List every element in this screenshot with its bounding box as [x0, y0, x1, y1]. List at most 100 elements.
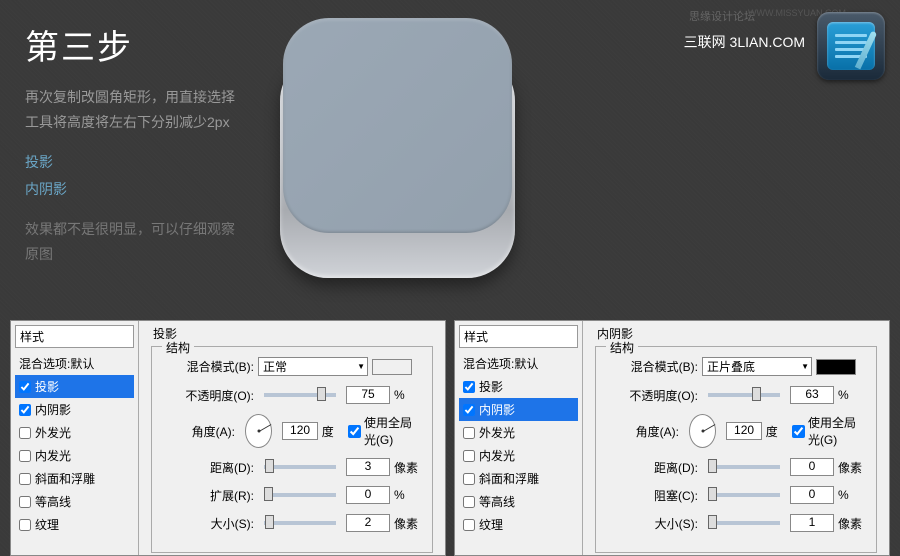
style-checkbox[interactable]	[19, 427, 31, 439]
opacity-slider[interactable]	[708, 393, 780, 397]
style-item[interactable]: 外发光	[459, 421, 578, 444]
brand-text: 三联网 3LIAN.COM	[684, 32, 805, 52]
spread-label: 扩展(R):	[162, 487, 254, 504]
opacity-slider[interactable]	[264, 393, 336, 397]
style-checkbox[interactable]	[19, 496, 31, 508]
style-item[interactable]: 混合选项:默认	[459, 352, 578, 375]
styles-list: 样式 混合选项:默认投影内阴影外发光内发光斜面和浮雕等高线纹理	[11, 321, 139, 555]
layer-style-panel-inner-shadow: 样式 混合选项:默认投影内阴影外发光内发光斜面和浮雕等高线纹理 内阴影 结构 混…	[454, 320, 890, 556]
style-item[interactable]: 斜面和浮雕	[459, 467, 578, 490]
spread-slider[interactable]	[264, 493, 336, 497]
style-item[interactable]: 等高线	[15, 490, 134, 513]
distance-input[interactable]: 0	[790, 458, 834, 476]
structure-legend: 结构	[162, 339, 194, 356]
style-item[interactable]: 内发光	[459, 444, 578, 467]
distance-input[interactable]: 3	[346, 458, 390, 476]
style-label: 等高线	[479, 493, 515, 510]
style-checkbox[interactable]	[463, 450, 475, 462]
angle-input[interactable]: 120	[282, 422, 317, 440]
style-label: 投影	[35, 378, 59, 395]
distance-slider[interactable]	[264, 465, 336, 469]
style-label: 纹理	[35, 516, 59, 533]
style-item[interactable]: 内阴影	[15, 398, 134, 421]
style-checkbox[interactable]	[463, 404, 475, 416]
app-icon	[817, 12, 885, 80]
angle-label: 角度(A):	[162, 423, 235, 440]
style-label: 内发光	[479, 447, 515, 464]
styles-header: 样式	[459, 325, 578, 348]
layer-style-panel-drop-shadow: 样式 混合选项:默认投影内阴影外发光内发光斜面和浮雕等高线纹理 投影 结构 混合…	[10, 320, 446, 556]
style-checkbox[interactable]	[19, 519, 31, 531]
angle-dial[interactable]	[245, 414, 272, 448]
blend-mode-label: 混合模式(B):	[606, 358, 698, 375]
style-checkbox[interactable]	[463, 519, 475, 531]
style-checkbox[interactable]	[19, 381, 31, 393]
size-label: 大小(S):	[162, 515, 254, 532]
style-item[interactable]: 等高线	[459, 490, 578, 513]
style-label: 混合选项:默认	[463, 355, 538, 372]
size-slider[interactable]	[264, 521, 336, 525]
style-checkbox[interactable]	[463, 427, 475, 439]
style-label: 斜面和浮雕	[35, 470, 95, 487]
choke-label: 阻塞(C):	[606, 487, 698, 504]
choke-input[interactable]: 0	[790, 486, 834, 504]
style-item[interactable]: 投影	[15, 375, 134, 398]
step-description: 再次复制改圆角矩形，用直接选择工具将高度将左右下分别减少2px	[25, 85, 235, 135]
watermark-forum: 思缘设计论坛	[689, 8, 755, 24]
opacity-input[interactable]: 63	[790, 386, 834, 404]
style-label: 斜面和浮雕	[479, 470, 539, 487]
spread-input[interactable]: 0	[346, 486, 390, 504]
size-slider[interactable]	[708, 521, 780, 525]
choke-slider[interactable]	[708, 493, 780, 497]
size-input[interactable]: 1	[790, 514, 834, 532]
global-light-checkbox[interactable]: 使用全局光(G)	[348, 414, 422, 448]
structure-legend: 结构	[606, 339, 638, 356]
chevron-down-icon: ▼	[801, 362, 809, 371]
tutorial-section: 思缘设计论坛 WWW.MISSYUAN.COM 三联网 3LIAN.COM 第三…	[0, 0, 900, 316]
color-swatch[interactable]	[372, 359, 412, 375]
style-label: 内阴影	[35, 401, 71, 418]
style-label: 混合选项:默认	[19, 355, 94, 372]
style-label: 等高线	[35, 493, 71, 510]
style-label: 纹理	[479, 516, 503, 533]
distance-slider[interactable]	[708, 465, 780, 469]
style-checkbox[interactable]	[19, 473, 31, 485]
style-checkbox[interactable]	[463, 496, 475, 508]
style-item[interactable]: 内发光	[15, 444, 134, 467]
style-item[interactable]: 混合选项:默认	[15, 352, 134, 375]
style-item[interactable]: 内阴影	[459, 398, 578, 421]
style-label: 内阴影	[479, 401, 515, 418]
blend-mode-select[interactable]: 正片叠底▼	[702, 357, 812, 376]
size-input[interactable]: 2	[346, 514, 390, 532]
style-label: 投影	[479, 378, 503, 395]
global-light-checkbox[interactable]: 使用全局光(G)	[792, 414, 866, 448]
style-label: 外发光	[479, 424, 515, 441]
style-checkbox[interactable]	[19, 450, 31, 462]
distance-label: 距离(D):	[162, 459, 254, 476]
distance-label: 距离(D):	[606, 459, 698, 476]
style-item[interactable]: 纹理	[459, 513, 578, 536]
opacity-label: 不透明度(O):	[162, 387, 254, 404]
styles-list: 样式 混合选项:默认投影内阴影外发光内发光斜面和浮雕等高线纹理	[455, 321, 583, 555]
style-item[interactable]: 纹理	[15, 513, 134, 536]
style-item[interactable]: 投影	[459, 375, 578, 398]
blend-mode-select[interactable]: 正常▼	[258, 357, 368, 376]
style-checkbox[interactable]	[463, 381, 475, 393]
style-label: 内发光	[35, 447, 71, 464]
angle-dial[interactable]	[689, 414, 716, 448]
opacity-input[interactable]: 75	[346, 386, 390, 404]
size-label: 大小(S):	[606, 515, 698, 532]
style-label: 外发光	[35, 424, 71, 441]
styles-header: 样式	[15, 325, 134, 348]
color-swatch[interactable]	[816, 359, 856, 375]
angle-input[interactable]: 120	[726, 422, 761, 440]
style-item[interactable]: 外发光	[15, 421, 134, 444]
icon-preview	[280, 18, 515, 278]
style-checkbox[interactable]	[463, 473, 475, 485]
opacity-label: 不透明度(O):	[606, 387, 698, 404]
style-item[interactable]: 斜面和浮雕	[15, 467, 134, 490]
angle-label: 角度(A):	[606, 423, 679, 440]
style-checkbox[interactable]	[19, 404, 31, 416]
blend-mode-label: 混合模式(B):	[162, 358, 254, 375]
step-note: 效果都不是很明显，可以仔细观察原图	[25, 217, 245, 267]
